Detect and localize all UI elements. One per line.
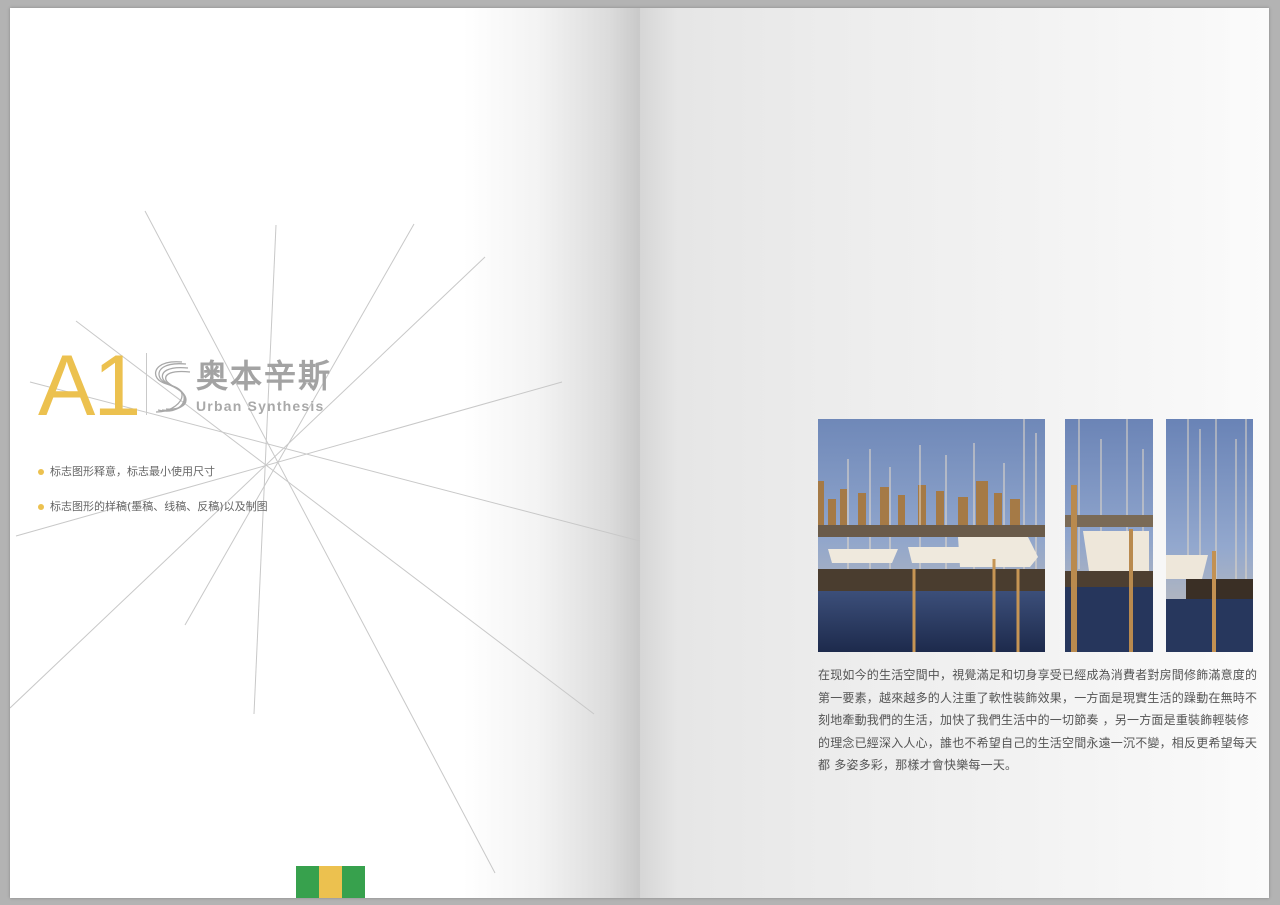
section-number: A1 [38,338,141,434]
marina-photo-narrow [1065,419,1153,652]
swatch-green [296,866,319,898]
contents-item-label: 标志图形释意，标志最小使用尺寸 [50,465,215,478]
title-divider [146,353,147,415]
decorative-line-burst [10,210,640,874]
marina-photo-narrow [1166,419,1253,652]
swatch-yellow [319,866,342,898]
body-paragraph: 在现如今的生活空間中，視覺滿足和切身享受已經成為消費者對房間修飾滿意度的第一要素… [818,668,1258,772]
left-page: A1 奥本辛斯 Urban Synthesis 标志图形释意，标志最小使用尺寸 … [10,8,640,898]
swatch-green [342,866,365,898]
contents-item: 标志图形释意，标志最小使用尺寸 [38,464,268,480]
contents-list: 标志图形释意，标志最小使用尺寸 标志图形的样稿(墨稿、线稿、反稿)以及制图 [38,464,268,534]
brochure-spread: A1 奥本辛斯 Urban Synthesis 标志图形释意，标志最小使用尺寸 … [10,8,1269,898]
color-swatches [296,866,365,898]
bullet-dot-icon [38,504,44,510]
brand-logo-icon [155,361,191,413]
bullet-dot-icon [38,469,44,475]
right-page: 在现如今的生活空間中，視覺滿足和切身享受已經成為消費者對房間修飾滿意度的第一要素… [640,8,1269,898]
marina-photo-wide [818,419,1045,652]
contents-item-label: 标志图形的样稿(墨稿、线稿、反稿)以及制图 [50,500,268,513]
brand-name-english: Urban Synthesis [196,398,325,414]
contents-item: 标志图形的样稿(墨稿、线稿、反稿)以及制图 [38,499,268,515]
brand-name-chinese: 奥本辛斯 [196,357,333,395]
